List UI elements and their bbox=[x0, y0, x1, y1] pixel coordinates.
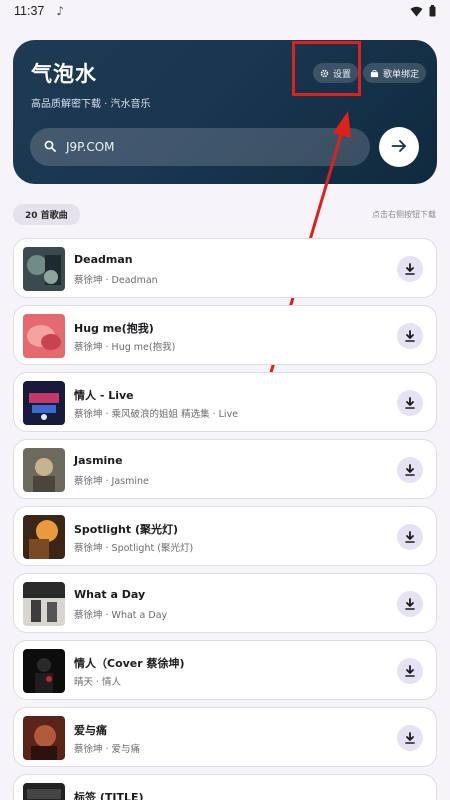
wifi-icon bbox=[410, 6, 423, 17]
song-title: 情人（Cover 蔡徐坤) bbox=[74, 657, 185, 670]
download-icon bbox=[404, 595, 416, 614]
download-hint: 点击右侧按钮下载 bbox=[372, 210, 436, 219]
playlist-bind-label: 歌单绑定 bbox=[383, 69, 420, 80]
song-count-badge: 20 首歌曲 bbox=[13, 204, 80, 225]
arrow-right-icon bbox=[391, 138, 407, 157]
song-row[interactable]: Deadman 蔡徐坤 · Deadman bbox=[13, 238, 437, 298]
download-icon bbox=[404, 461, 416, 480]
song-title: 标签 (TITLE) bbox=[74, 791, 144, 800]
gear-icon bbox=[320, 69, 329, 78]
app-title: 气泡水 bbox=[31, 62, 97, 86]
song-meta: 蔡徐坤 · Deadman bbox=[74, 275, 158, 286]
song-row[interactable]: 标签 (TITLE) bbox=[13, 774, 437, 800]
album-cover bbox=[23, 649, 65, 693]
playlist-bind-button[interactable]: 歌单绑定 bbox=[363, 63, 427, 83]
search-input-value: J9P.COM bbox=[66, 140, 115, 154]
album-cover bbox=[23, 783, 65, 800]
bag-icon bbox=[370, 69, 379, 78]
download-icon bbox=[404, 662, 416, 681]
status-bar: 11:37 ♪ bbox=[0, 0, 450, 22]
album-cover bbox=[23, 716, 65, 760]
download-button[interactable] bbox=[397, 591, 423, 617]
battery-icon bbox=[429, 5, 436, 17]
song-meta: 晴天 · 情人 bbox=[74, 677, 122, 688]
download-button[interactable] bbox=[397, 524, 423, 550]
download-button[interactable] bbox=[397, 725, 423, 751]
song-title: What a Day bbox=[74, 588, 146, 601]
song-row[interactable]: 爱与痛 蔡徐坤 · 爱与痛 bbox=[13, 707, 437, 767]
song-meta: 蔡徐坤 · 爱与痛 bbox=[74, 744, 141, 755]
download-button[interactable] bbox=[397, 658, 423, 684]
settings-button[interactable]: 设置 bbox=[313, 63, 359, 83]
download-button[interactable] bbox=[397, 256, 423, 282]
song-row[interactable]: 情人（Cover 蔡徐坤) 晴天 · 情人 bbox=[13, 640, 437, 700]
music-note-icon: ♪ bbox=[56, 4, 65, 18]
song-title: Deadman bbox=[74, 253, 133, 266]
song-title: Spotlight (聚光灯) bbox=[74, 523, 179, 536]
song-row[interactable]: Hug me(抱我) 蔡徐坤 · Hug me(抱我) bbox=[13, 305, 437, 365]
song-meta: 蔡徐坤 · Hug me(抱我) bbox=[74, 342, 176, 353]
download-icon bbox=[404, 394, 416, 413]
song-row[interactable]: 情人 - Live 蔡徐坤 · 乘风破浪的姐姐 精选集 · Live bbox=[13, 372, 437, 432]
app-subtitle: 高品质解密下载 · 汽水音乐 bbox=[31, 99, 151, 110]
download-icon bbox=[404, 528, 416, 547]
download-icon bbox=[404, 729, 416, 748]
search-submit-button[interactable] bbox=[379, 127, 419, 167]
song-row[interactable]: Spotlight (聚光灯) 蔡徐坤 · Spotlight (聚光灯) bbox=[13, 506, 437, 566]
song-meta: 蔡徐坤 · Jasmine bbox=[74, 476, 149, 487]
song-meta: 蔡徐坤 · Spotlight (聚光灯) bbox=[74, 543, 194, 554]
song-title: 情人 - Live bbox=[74, 389, 134, 402]
album-cover bbox=[23, 448, 65, 492]
download-button[interactable] bbox=[397, 323, 423, 349]
song-row[interactable]: What a Day 蔡徐坤 · What a Day bbox=[13, 573, 437, 633]
song-title: Jasmine bbox=[74, 454, 123, 467]
download-icon bbox=[404, 260, 416, 279]
song-meta: 蔡徐坤 · 乘风破浪的姐姐 精选集 · Live bbox=[74, 409, 239, 420]
download-button[interactable] bbox=[397, 390, 423, 416]
song-title: Hug me(抱我) bbox=[74, 322, 154, 335]
header-card: 气泡水 高品质解密下载 · 汽水音乐 设置 歌单绑定 J9P.COM bbox=[13, 40, 437, 184]
album-cover bbox=[23, 515, 65, 559]
status-time: 11:37 bbox=[14, 4, 45, 18]
song-row[interactable]: Jasmine 蔡徐坤 · Jasmine bbox=[13, 439, 437, 499]
download-button[interactable] bbox=[397, 457, 423, 483]
song-title: 爱与痛 bbox=[74, 724, 107, 737]
album-cover bbox=[23, 381, 65, 425]
search-input[interactable]: J9P.COM bbox=[30, 128, 370, 166]
download-icon bbox=[404, 327, 416, 346]
album-cover bbox=[23, 247, 65, 291]
album-cover bbox=[23, 314, 65, 358]
album-cover bbox=[23, 582, 65, 626]
song-meta: 蔡徐坤 · What a Day bbox=[74, 610, 168, 621]
search-icon bbox=[44, 140, 56, 155]
settings-label: 设置 bbox=[333, 69, 352, 80]
